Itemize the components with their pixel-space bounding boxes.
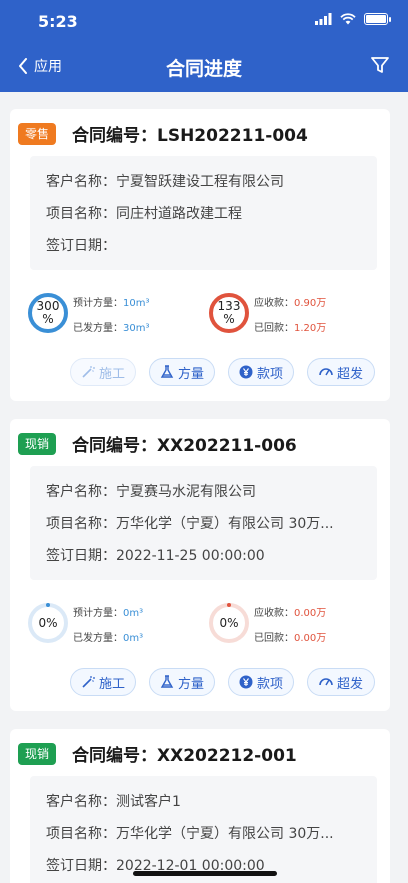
over-send-button[interactable]: 超发 bbox=[307, 668, 375, 696]
volume-percent: 0% bbox=[38, 615, 58, 630]
volume-button[interactable]: 方量 bbox=[149, 358, 215, 386]
volume-progress: 0% 预计方量：0m³ 已发方量：0m³ bbox=[27, 602, 197, 650]
planned-volume-value: 10m³ bbox=[123, 298, 150, 309]
sent-volume-value: 30m³ bbox=[123, 323, 150, 334]
planned-volume-label: 预计方量：0m³ bbox=[73, 608, 144, 619]
wand-icon bbox=[82, 366, 95, 378]
sign-date: 签订日期： bbox=[46, 238, 116, 254]
app-header: 5:23 应用 合同进度 bbox=[0, 0, 408, 92]
planned-volume-label: 预计方量：10m³ bbox=[73, 298, 150, 309]
page-title: 合同进度 bbox=[165, 58, 242, 80]
sent-volume-label: 已发方量：0m³ bbox=[73, 633, 144, 644]
status-time: 5:23 bbox=[38, 12, 78, 31]
contract-number: 合同编号：LSH202211-004 bbox=[72, 126, 308, 146]
flask-icon bbox=[160, 365, 174, 378]
customer-name: 客户名称：宁夏赛马水泥有限公司 bbox=[46, 484, 256, 500]
received-value: 1.20万 bbox=[294, 323, 327, 334]
planned-volume-value: 0m³ bbox=[123, 608, 144, 619]
received-label: 已回款：1.20万 bbox=[254, 323, 327, 334]
project-name: 项目名称：同庄村道路改建工程 bbox=[46, 206, 242, 222]
receivable-label: 应收款：0.90万 bbox=[254, 298, 327, 309]
flask-icon bbox=[160, 675, 174, 688]
contract-card[interactable]: 现销 合同编号：XX202211-006 客户名称：宁夏赛马水泥有限公司 项目名… bbox=[10, 419, 390, 711]
battery-icon bbox=[364, 13, 391, 25]
contract-type-badge: 零售 bbox=[18, 123, 57, 145]
signal-icon bbox=[315, 13, 332, 25]
contract-type-badge: 现销 bbox=[18, 743, 57, 765]
contract-number: 合同编号：XX202211-006 bbox=[72, 436, 297, 456]
received-value: 0.00万 bbox=[294, 633, 327, 644]
contract-type-badge: 现销 bbox=[18, 433, 57, 455]
yen-coin-icon bbox=[239, 675, 253, 689]
sign-date: 签订日期：2022-11-25 00:00:00 bbox=[46, 548, 265, 564]
yen-coin-icon bbox=[239, 365, 253, 379]
construction-button[interactable]: 施工 bbox=[70, 668, 136, 696]
payment-button[interactable]: 款项 bbox=[228, 668, 294, 696]
contract-info-panel: 客户名称：宁夏赛马水泥有限公司 项目名称：万华化学（宁夏）有限公司 30万...… bbox=[30, 466, 377, 580]
contract-info-panel: 客户名称：测试客户1 项目名称：万华化学（宁夏）有限公司 30万... 签订日期… bbox=[30, 776, 377, 883]
contract-info-panel: 客户名称：宁夏智跃建设工程有限公司 项目名称：同庄村道路改建工程 签订日期： bbox=[30, 156, 377, 270]
sent-volume-value: 0m³ bbox=[123, 633, 144, 644]
filter-icon[interactable] bbox=[370, 55, 390, 75]
home-indicator bbox=[133, 871, 277, 876]
payment-progress: 133 % 应收款：0.90万 已回款：1.20万 bbox=[208, 292, 378, 340]
payment-percent: 0% bbox=[219, 615, 239, 630]
customer-name: 客户名称：宁夏智跃建设工程有限公司 bbox=[46, 174, 284, 190]
status-icons bbox=[315, 13, 391, 25]
volume-button[interactable]: 方量 bbox=[149, 668, 215, 696]
contract-number: 合同编号：XX202212-001 bbox=[72, 746, 297, 766]
receivable-value: 0.00万 bbox=[294, 608, 327, 619]
receivable-value: 0.90万 bbox=[294, 298, 327, 309]
gauge-icon bbox=[319, 678, 333, 686]
construction-button[interactable]: 施工 bbox=[70, 358, 136, 386]
over-send-button[interactable]: 超发 bbox=[307, 358, 375, 386]
receivable-label: 应收款：0.00万 bbox=[254, 608, 327, 619]
payment-percent: 133 % bbox=[217, 299, 241, 326]
project-name: 项目名称：万华化学（宁夏）有限公司 30万... bbox=[46, 826, 334, 842]
volume-progress: 300 % 预计方量：10m³ 已发方量：30m³ bbox=[27, 292, 197, 340]
sent-volume-label: 已发方量：30m³ bbox=[73, 323, 150, 334]
gauge-icon bbox=[319, 368, 333, 376]
payment-button[interactable]: 款项 bbox=[228, 358, 294, 386]
contract-card[interactable]: 零售 合同编号：LSH202211-004 客户名称：宁夏智跃建设工程有限公司 … bbox=[10, 109, 390, 401]
customer-name: 客户名称：测试客户1 bbox=[46, 794, 181, 810]
wand-icon bbox=[82, 676, 95, 688]
volume-percent: 300 % bbox=[36, 299, 60, 326]
project-name: 项目名称：万华化学（宁夏）有限公司 30万... bbox=[46, 516, 334, 532]
contract-card[interactable]: 现销 合同编号：XX202212-001 客户名称：测试客户1 项目名称：万华化… bbox=[10, 729, 390, 883]
received-label: 已回款：0.00万 bbox=[254, 633, 327, 644]
payment-progress: 0% 应收款：0.00万 已回款：0.00万 bbox=[208, 602, 378, 650]
wifi-icon bbox=[340, 13, 356, 25]
